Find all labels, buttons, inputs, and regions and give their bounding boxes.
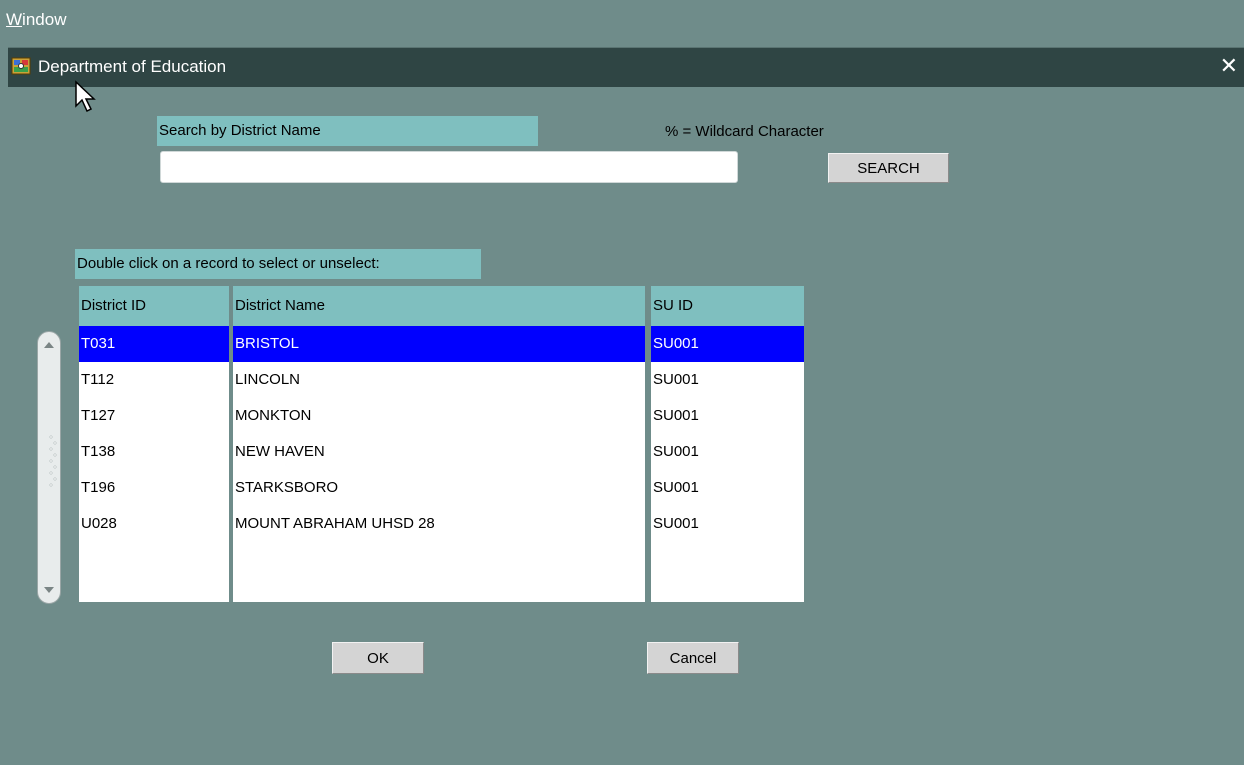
cancel-button[interactable]: Cancel	[647, 642, 739, 674]
menu-bar: Window	[0, 0, 1244, 46]
scroll-down-arrow-icon[interactable]	[43, 585, 55, 595]
table-cell-district-name[interactable]: NEW HAVEN	[233, 434, 645, 470]
column-district-id: T031 T112 T127 T138 T196 U028	[79, 326, 229, 602]
search-input[interactable]	[160, 151, 738, 183]
window-menu[interactable]: Window	[6, 10, 66, 30]
close-icon[interactable]: ✕	[1220, 52, 1238, 80]
table-cell-su-id[interactable]: SU001	[651, 362, 804, 398]
dialog-title: Department of Education	[38, 57, 227, 76]
table-cell-district-id[interactable]: T127	[79, 398, 229, 434]
table-cell-district-name[interactable]: STARKSBORO	[233, 470, 645, 506]
table-cell-su-id[interactable]: SU001	[651, 506, 804, 542]
table-cell-district-name[interactable]: MOUNT ABRAHAM UHSD 28	[233, 506, 645, 542]
table-cell-su-id[interactable]: SU001	[651, 326, 804, 362]
table-cell-district-name[interactable]: BRISTOL	[233, 326, 645, 362]
scroll-up-arrow-icon[interactable]	[43, 340, 55, 350]
dialog-title-bar: Department of Education ✕	[8, 47, 1244, 87]
column-header-district-name: District Name	[233, 286, 645, 326]
column-header-su-id: SU ID	[651, 286, 804, 326]
instruction-label: Double click on a record to select or un…	[75, 249, 481, 279]
column-su-id: SU001 SU001 SU001 SU001 SU001 SU001	[651, 326, 804, 602]
table-cell-su-id[interactable]: SU001	[651, 470, 804, 506]
search-label: Search by District Name	[157, 116, 538, 146]
table-cell-district-id[interactable]: T112	[79, 362, 229, 398]
table-cell-district-id[interactable]: T196	[79, 470, 229, 506]
table-cell-district-id[interactable]: U028	[79, 506, 229, 542]
column-header-district-id: District ID	[79, 286, 229, 326]
mouse-pointer-icon	[75, 80, 96, 113]
scroll-grip-icon[interactable]	[49, 432, 57, 492]
table-cell-district-name[interactable]: MONKTON	[233, 398, 645, 434]
search-button[interactable]: SEARCH	[828, 153, 949, 183]
records-scrollbar[interactable]	[37, 331, 61, 604]
window-menu-label: indow	[22, 10, 67, 29]
wildcard-note: % = Wildcard Character	[665, 123, 824, 140]
app-icon	[11, 56, 31, 76]
column-district-name: BRISTOL LINCOLN MONKTON NEW HAVEN STARKS…	[233, 326, 645, 602]
ok-button[interactable]: OK	[332, 642, 424, 674]
table-cell-district-id[interactable]: T031	[79, 326, 229, 362]
table-cell-district-id[interactable]: T138	[79, 434, 229, 470]
window-menu-mnemonic: W	[6, 10, 23, 29]
table-cell-district-name[interactable]: LINCOLN	[233, 362, 645, 398]
table-cell-su-id[interactable]: SU001	[651, 434, 804, 470]
table-cell-su-id[interactable]: SU001	[651, 398, 804, 434]
